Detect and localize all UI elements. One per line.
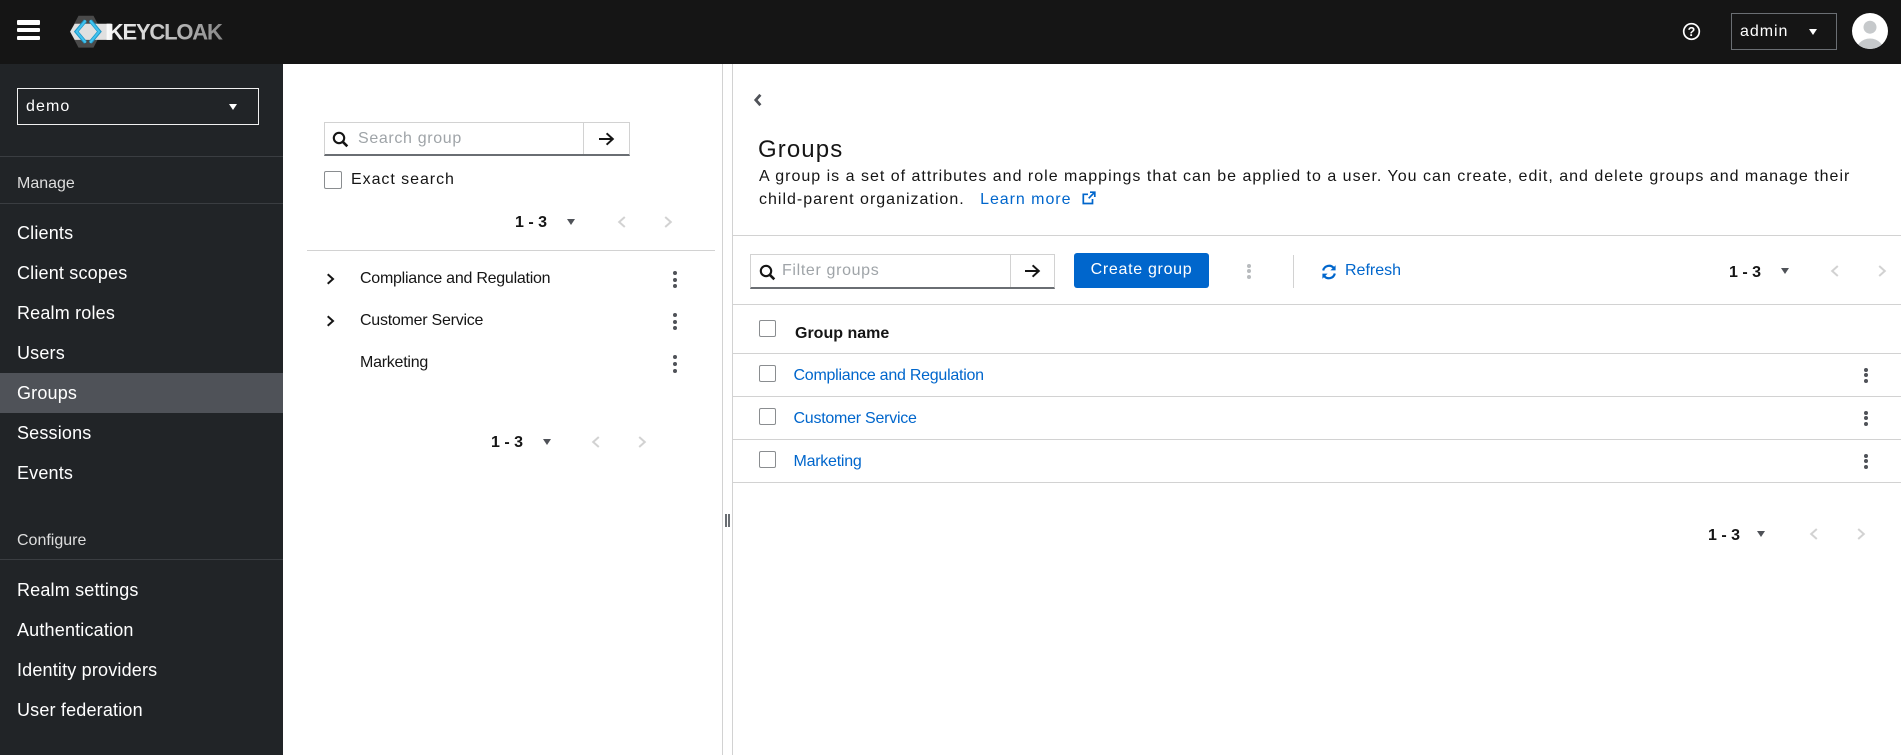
svg-text:KEYCLOAK: KEYCLOAK: [108, 20, 223, 45]
svg-text:?: ?: [1688, 24, 1696, 38]
